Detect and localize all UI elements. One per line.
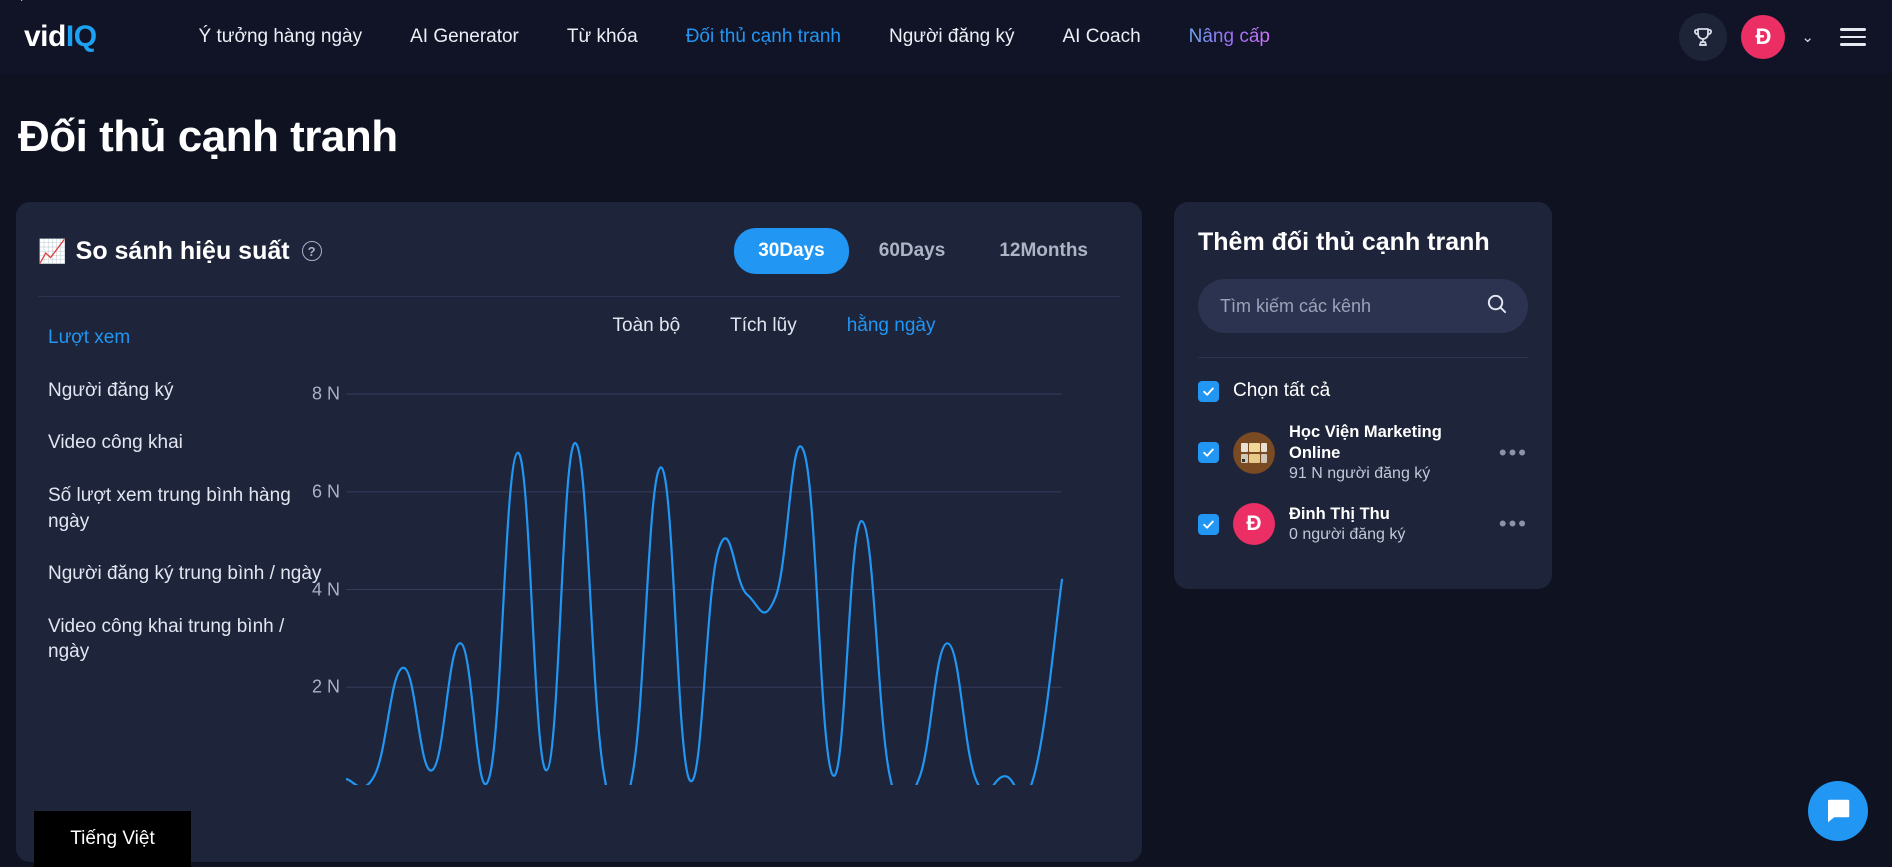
- plot-tab-cumulative[interactable]: Tích lũy: [730, 315, 797, 337]
- search-icon[interactable]: [1485, 292, 1508, 320]
- play-triangle-icon: [21, 0, 29, 1]
- metric-list: Lượt xem Người đăng ký Video công khai S…: [16, 315, 346, 805]
- plot-area: 8 N 6 N 4 N 2 N: [312, 355, 1142, 805]
- competitor-row[interactable]: Học Viện Marketing Online 91 N người đăn…: [1198, 422, 1528, 483]
- metric-public-videos[interactable]: Video công khai: [48, 430, 323, 456]
- y-axis-tick-label: 2 N: [311, 676, 340, 697]
- language-selector[interactable]: Tiếng Việt: [34, 811, 191, 867]
- range-button-30days[interactable]: 30Days: [734, 228, 849, 274]
- nav-item-keywords[interactable]: Từ khóa: [543, 20, 662, 54]
- chat-support-icon[interactable]: [1808, 781, 1868, 841]
- hamburger-menu-icon[interactable]: [1836, 24, 1870, 50]
- logo-text-vid: vid: [24, 20, 66, 53]
- side-card-title: Thêm đối thủ cạnh tranh: [1198, 228, 1490, 256]
- select-all-row[interactable]: Chọn tất cả: [1198, 380, 1528, 402]
- plot-wrapper: Toàn bộ Tích lũy hằng ngày 8 N 6 N 4 N 2 N: [312, 315, 1142, 805]
- competitor-menu-icon[interactable]: •••: [1493, 440, 1528, 466]
- competitor-avatar: [1233, 431, 1275, 474]
- competitor-checkbox[interactable]: [1198, 442, 1219, 464]
- search-input[interactable]: [1220, 295, 1485, 317]
- plot-mode-tabs: Toàn bộ Tích lũy hằng ngày: [346, 315, 1142, 337]
- competitor-subscribers: 91 N người đăng ký: [1289, 465, 1431, 483]
- top-navbar: vid IQ Ý tưởng hàng ngày AI Generator Từ…: [0, 0, 1892, 74]
- hamburger-bar: [1840, 35, 1866, 39]
- navbar-right-actions: Đ ⌄: [1679, 13, 1870, 61]
- hamburger-bar: [1840, 43, 1866, 46]
- competitor-name: Đinh Thị Thu: [1289, 505, 1390, 524]
- main-content: 📈 So sánh hiệu suất ? 30Days 60Days 12Mo…: [0, 162, 1892, 862]
- competitor-avatar: Đ: [1233, 503, 1275, 546]
- nav-item-ai-generator[interactable]: AI Generator: [386, 20, 543, 54]
- select-all-label: Chọn tất cả: [1233, 380, 1331, 401]
- hamburger-bar: [1840, 28, 1866, 31]
- competitor-name: Học Viện Marketing Online: [1289, 423, 1442, 463]
- vidiq-logo[interactable]: vid IQ: [21, 0, 97, 54]
- select-all-checkbox[interactable]: [1198, 380, 1219, 402]
- plot-tab-daily[interactable]: hằng ngày: [847, 315, 936, 337]
- metric-views[interactable]: Lượt xem: [48, 325, 323, 351]
- y-axis-tick-label: 6 N: [311, 481, 340, 502]
- competitor-subscribers: 0 người đăng ký: [1289, 526, 1406, 544]
- competitor-checkbox[interactable]: [1198, 513, 1219, 535]
- main-nav-links: Ý tưởng hàng ngày AI Generator Từ khóa Đ…: [175, 20, 1294, 54]
- add-competitor-card: Thêm đối thủ cạnh tranh Chọn tất cả: [1174, 202, 1552, 589]
- gridlines: [346, 393, 1062, 688]
- trophy-icon[interactable]: [1679, 13, 1728, 61]
- help-icon[interactable]: ?: [301, 241, 322, 261]
- chart-title-text: So sánh hiệu suất: [75, 236, 290, 265]
- time-range-toggle: 30Days 60Days 12Months: [734, 228, 1112, 274]
- plot-tab-total[interactable]: Toàn bộ: [613, 315, 681, 337]
- nav-item-upgrade[interactable]: Nâng cấp: [1165, 20, 1294, 54]
- competitor-menu-icon[interactable]: •••: [1493, 511, 1528, 537]
- chart-card-title: 📈 So sánh hiệu suất ?: [38, 237, 322, 266]
- chart-card-body: Lượt xem Người đăng ký Video công khai S…: [16, 297, 1142, 805]
- competitor-row[interactable]: Đ Đinh Thị Thu 0 người đăng ký •••: [1198, 503, 1528, 546]
- chart-emoji-icon: 📈: [38, 237, 67, 264]
- side-card-divider: [1198, 357, 1528, 358]
- nav-item-subscribers[interactable]: Người đăng ký: [865, 20, 1039, 54]
- range-button-60days[interactable]: 60Days: [855, 228, 970, 274]
- page-title: Đối thủ cạnh tranh: [18, 112, 398, 161]
- y-axis-tick-label: 8 N: [311, 383, 340, 404]
- competitor-info: Học Viện Marketing Online 91 N người đăn…: [1289, 422, 1479, 483]
- metric-avg-daily-subscribers[interactable]: Người đăng ký trung bình / ngày: [48, 561, 323, 587]
- range-button-12months[interactable]: 12Months: [975, 228, 1112, 274]
- channel-search-box[interactable]: [1198, 279, 1528, 333]
- line-chart-svg: [346, 393, 1064, 785]
- chart-card-header: 📈 So sánh hiệu suất ? 30Days 60Days 12Mo…: [16, 202, 1142, 274]
- channel-thumbnail-icon: [1233, 431, 1275, 474]
- metric-subscribers[interactable]: Người đăng ký: [48, 378, 323, 404]
- nav-item-daily-ideas[interactable]: Ý tưởng hàng ngày: [175, 20, 387, 54]
- chevron-down-icon[interactable]: ⌄: [1799, 28, 1816, 46]
- nav-item-competitors[interactable]: Đối thủ cạnh tranh: [662, 20, 865, 54]
- nav-item-ai-coach[interactable]: AI Coach: [1038, 20, 1164, 54]
- metric-avg-daily-views[interactable]: Số lượt xem trung bình hàng ngày: [48, 483, 323, 534]
- avatar[interactable]: Đ: [1741, 15, 1786, 59]
- y-axis-tick-label: 4 N: [311, 579, 340, 600]
- competitor-info: Đinh Thị Thu 0 người đăng ký: [1289, 504, 1479, 544]
- performance-comparison-card: 📈 So sánh hiệu suất ? 30Days 60Days 12Mo…: [16, 202, 1142, 862]
- chart-line-series-0: [346, 441, 1064, 785]
- metric-avg-daily-videos[interactable]: Video công khai trung bình / ngày: [48, 614, 323, 665]
- logo-text-iq: IQ: [65, 20, 97, 53]
